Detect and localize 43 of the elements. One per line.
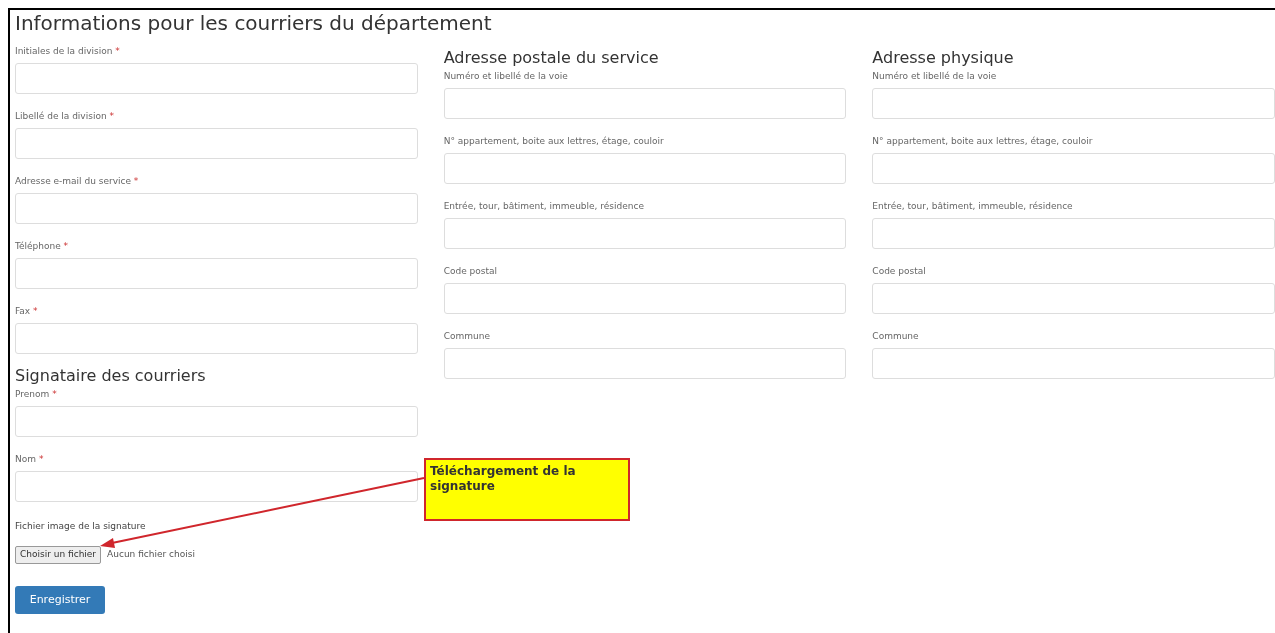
field-label: Code postal — [443, 265, 499, 277]
field-label: N° appartement, boite aux lettres, étage, couloir — [443, 135, 665, 147]
file-status: Aucun fichier choisi — [107, 548, 195, 562]
input-field[interactable] — [872, 153, 1275, 184]
input-field[interactable] — [872, 348, 1275, 379]
field-label: Téléphone * — [15, 240, 70, 252]
input-field[interactable] — [872, 283, 1275, 314]
section-title: Signataire des courriers — [15, 366, 207, 386]
field-label: Entrée, tour, bâtiment, immeuble, résidence — [443, 200, 645, 212]
field-label: Commune — [443, 330, 491, 342]
input-field[interactable] — [15, 323, 418, 354]
input-field[interactable] — [15, 63, 418, 94]
input-field[interactable] — [443, 283, 847, 314]
field-label: Initiales de la division * — [15, 45, 121, 57]
input-field[interactable] — [443, 153, 847, 184]
input-field[interactable] — [15, 193, 418, 224]
input-field[interactable] — [15, 128, 418, 159]
field-label: Entrée, tour, bâtiment, immeuble, résidence — [872, 200, 1074, 212]
field-label: Numéro et libellé de la voie — [443, 70, 569, 82]
field-label: Numéro et libellé de la voie — [872, 70, 998, 82]
input-field[interactable] — [15, 258, 418, 289]
callout-note: Téléchargement de la signature — [424, 458, 630, 521]
input-field[interactable] — [872, 218, 1275, 249]
field-label: N° appartement, boite aux lettres, étage, couloir — [872, 135, 1094, 147]
section-title: Adresse postale du service — [443, 48, 660, 68]
field-label: Commune — [872, 330, 920, 342]
section-title: Adresse physique — [872, 48, 1015, 68]
input-field[interactable] — [443, 218, 847, 249]
input-field[interactable] — [15, 406, 418, 437]
save-button[interactable]: Enregistrer — [15, 586, 105, 614]
field-label: Adresse e-mail du service * — [15, 175, 140, 187]
input-field[interactable] — [443, 88, 847, 119]
input-field[interactable] — [872, 88, 1275, 119]
field-label: Nom * — [15, 453, 45, 465]
field-label: Fichier image de la signature — [15, 520, 147, 532]
field-label: Code postal — [872, 265, 927, 277]
choose-file-button[interactable]: Choisir un fichier — [15, 546, 102, 564]
input-field[interactable] — [15, 471, 418, 502]
input-field[interactable] — [443, 348, 847, 379]
field-label: Libellé de la division * — [15, 110, 115, 122]
field-label: Fax * — [15, 305, 39, 317]
page-title: Informations pour les courriers du département — [15, 11, 493, 35]
field-label: Prenom * — [15, 388, 58, 400]
